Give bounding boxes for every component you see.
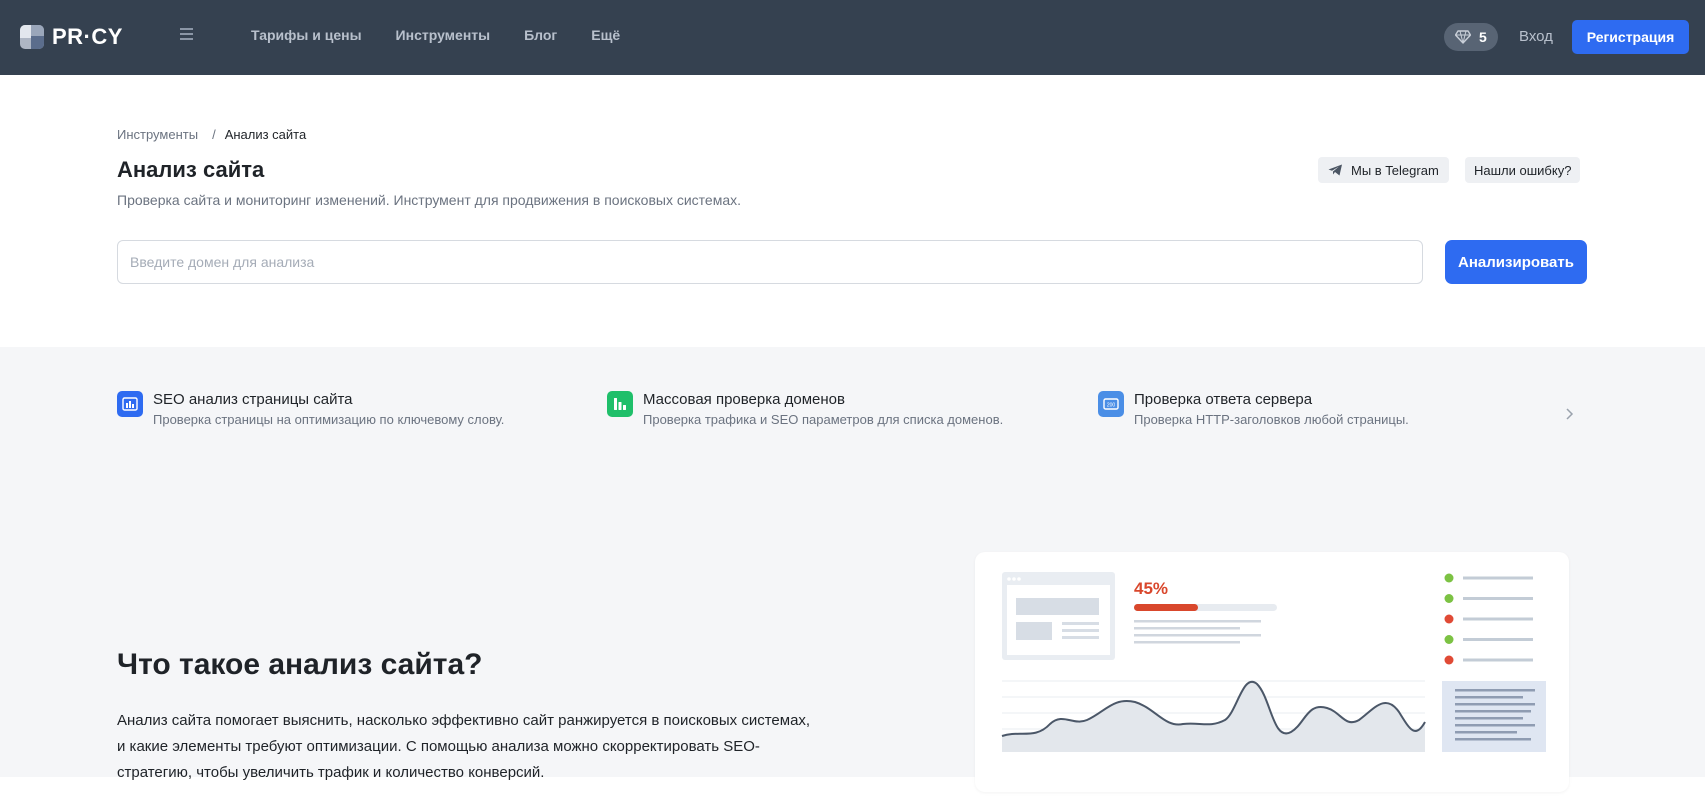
progress-percent-label: 45% bbox=[1134, 579, 1168, 598]
tool-card-bulk-domains[interactable]: Массовая проверка доменов Проверка трафи… bbox=[607, 390, 1003, 429]
breadcrumb-current: Анализ сайта bbox=[224, 127, 307, 142]
breadcrumb: Инструменты / Анализ сайта bbox=[117, 127, 306, 142]
chevron-right-icon[interactable] bbox=[1563, 404, 1577, 424]
about-title: Что такое анализ сайта? bbox=[117, 648, 483, 681]
status-line bbox=[1463, 617, 1533, 621]
logo-text: PR·CY bbox=[52, 24, 123, 49]
logo[interactable]: PR·CY bbox=[20, 24, 123, 50]
telegram-label: Мы в Telegram bbox=[1351, 162, 1439, 178]
status-line bbox=[1463, 638, 1533, 641]
page-chart-icon bbox=[117, 391, 143, 417]
gem-count: 5 bbox=[1479, 29, 1487, 45]
svg-text:200: 200 bbox=[1107, 403, 1116, 409]
tool-description: Проверка HTTP-заголовков любой страницы. bbox=[1134, 412, 1409, 427]
status-dot bbox=[1444, 573, 1454, 583]
about-text: Анализ сайта помогает выяснить, наскольк… bbox=[117, 712, 811, 781]
top-navigation-bar: PR·CY Тарифы и цены Инструменты Блог Ещё… bbox=[0, 0, 1705, 75]
tool-description: Проверка трафика и SEO параметров для сп… bbox=[643, 412, 1004, 427]
nav-item-tools[interactable]: Инструменты bbox=[396, 27, 491, 43]
logo-mark-icon bbox=[20, 25, 44, 49]
status-dot bbox=[1444, 614, 1454, 624]
progress-fill bbox=[1134, 604, 1198, 611]
bars-icon bbox=[607, 391, 633, 417]
login-link[interactable]: Вход bbox=[1519, 28, 1553, 45]
status-line bbox=[1463, 658, 1533, 662]
nav-item-blog[interactable]: Блог bbox=[524, 27, 557, 43]
status-dot bbox=[1444, 655, 1454, 665]
illustration-graphic: 45% bbox=[1001, 572, 1546, 752]
status-line bbox=[1463, 597, 1533, 600]
nav-item-pricing[interactable]: Тарифы и цены bbox=[251, 27, 362, 43]
report-error-button[interactable]: Нашли ошибку? bbox=[1465, 157, 1581, 183]
tool-title: Массовая проверка доменов bbox=[643, 391, 845, 408]
status-line bbox=[1463, 576, 1533, 580]
breadcrumb-tools[interactable]: Инструменты bbox=[117, 127, 198, 142]
status-list bbox=[1444, 573, 1533, 665]
nav-item-more[interactable]: Ещё bbox=[591, 27, 620, 43]
gem-balance-badge[interactable]: 5 bbox=[1444, 23, 1498, 51]
status-dot bbox=[1444, 594, 1454, 603]
tool-title: Проверка ответа сервера bbox=[1134, 391, 1313, 408]
tool-card-seo-page[interactable]: SEO анализ страницы сайта Проверка стран… bbox=[117, 390, 504, 429]
breadcrumb-separator: / bbox=[212, 127, 216, 142]
telegram-button[interactable]: Мы в Telegram bbox=[1318, 157, 1449, 183]
tool-title: SEO анализ страницы сайта bbox=[153, 391, 353, 408]
menu-icon[interactable] bbox=[180, 28, 196, 42]
tool-card-server-response[interactable]: 200 Проверка ответа сервера Проверка HTT… bbox=[1098, 390, 1409, 429]
page-title: Анализ сайта bbox=[117, 157, 265, 182]
page-subtitle: Проверка сайта и мониторинг изменений. И… bbox=[117, 192, 742, 208]
analysis-illustration: 45% bbox=[975, 552, 1569, 792]
status-dot bbox=[1444, 635, 1454, 644]
analyze-button[interactable]: Анализировать bbox=[1445, 240, 1587, 284]
main-nav: Тарифы и цены Инструменты Блог Ещё bbox=[251, 27, 654, 43]
diamond-icon bbox=[1455, 30, 1471, 44]
server-response-icon: 200 bbox=[1098, 391, 1124, 417]
register-button[interactable]: Регистрация bbox=[1572, 20, 1689, 54]
domain-search-input[interactable] bbox=[117, 240, 1423, 284]
telegram-icon bbox=[1328, 164, 1342, 176]
tool-description: Проверка страницы на оптимизацию по ключ… bbox=[153, 412, 505, 427]
